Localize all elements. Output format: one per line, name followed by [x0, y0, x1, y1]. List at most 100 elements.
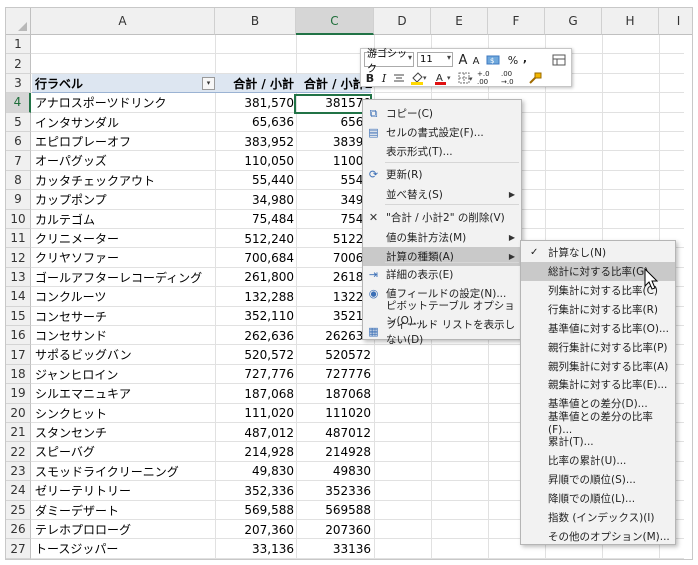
align-center-icon[interactable] [393, 70, 405, 86]
row-label-cell[interactable]: インタサンダル [35, 113, 215, 132]
row-header-6[interactable]: 6 [6, 132, 31, 152]
row-label-cell[interactable]: スモッドライクリーニング [35, 462, 215, 481]
subtotal2-cell[interactable]: 207360 [297, 520, 371, 539]
subtotal2-cell[interactable]: 7548 [297, 210, 371, 229]
row-header-4[interactable]: 4 [6, 93, 31, 113]
row-label-cell[interactable]: コンセサンド [35, 326, 215, 345]
accounting-format-icon[interactable]: $ [485, 52, 503, 68]
row-header-25[interactable]: 25 [6, 500, 31, 520]
row-label-cell[interactable]: ゴールアフターレコーディング [35, 268, 215, 287]
row-label-cell[interactable]: スタンセンチ [35, 423, 215, 442]
row-header-9[interactable]: 9 [6, 190, 31, 210]
subtotal2-cell[interactable]: 6563 [297, 113, 371, 132]
subtotal2-cell[interactable]: 352336 [297, 481, 371, 500]
subtotal2-cell[interactable]: 33136 [297, 539, 371, 558]
format-painter-icon[interactable] [551, 52, 567, 68]
subtotal2-cell[interactable]: 51224 [297, 229, 371, 248]
font-name-box[interactable]: 游ゴシック ▾ [364, 49, 414, 75]
subtotal-cell[interactable]: 33,136 [218, 539, 294, 558]
calc-type-item[interactable]: 親行集計に対する比率(P) [521, 338, 675, 357]
calc-type-item[interactable]: ✓ 計算なし(N) [521, 243, 675, 262]
row-label-cell[interactable]: ゼリーテリトリー [35, 481, 215, 500]
calc-type-item[interactable]: 比率の累計(U)... [521, 451, 675, 470]
subtotal2-cell[interactable]: 35211 [297, 307, 371, 326]
row-label-cell[interactable]: コンセサーチ [35, 307, 215, 326]
copy-menu-item[interactable]: ⧉ コピー(C) [363, 104, 521, 123]
row-label-cell[interactable]: クリヤソファー [35, 248, 215, 267]
row-header-16[interactable]: 16 [6, 326, 31, 346]
refresh-menu-item[interactable]: ⟳ 更新(R) [363, 165, 521, 184]
subtotal2-cell[interactable]: 111020 [297, 404, 371, 423]
subtotal2-cell[interactable]: 70068 [297, 248, 371, 267]
subtotal-cell[interactable]: 75,484 [218, 210, 294, 229]
subtotal-cell[interactable]: 214,928 [218, 442, 294, 461]
borders-icon[interactable]: ▾ [457, 70, 475, 86]
subtotal-cell[interactable]: 352,110 [218, 307, 294, 326]
remove-field-menu-item[interactable]: ✕ "合計 / 小計2" の削除(V) [363, 208, 521, 227]
calc-type-item[interactable]: 行集計に対する比率(R) [521, 300, 675, 319]
row-label-cell[interactable]: エピロプレーオフ [35, 132, 215, 151]
subtotal-cell[interactable]: 132,288 [218, 287, 294, 306]
subtotal-cell[interactable]: 49,830 [218, 462, 294, 481]
subtotal-cell[interactable]: 383,952 [218, 132, 294, 151]
row-label-cell[interactable]: アナロスポーツドリンク [35, 93, 215, 112]
bold-button[interactable]: B [365, 70, 375, 86]
subtotal2-cell[interactable]: 11005 [297, 151, 371, 170]
subtotal2-cell[interactable]: 727776 [297, 365, 371, 384]
row-header-15[interactable]: 15 [6, 306, 31, 326]
column-header-c[interactable]: C [296, 8, 374, 35]
sort-menu-item[interactable]: 並べ替え(S) ▶ [363, 185, 521, 204]
row-header-2[interactable]: 2 [6, 54, 31, 74]
decrease-decimal-button[interactable]: .00 →.0 [501, 70, 523, 86]
row-label-cell[interactable]: テレホプロローグ [35, 520, 215, 539]
subtotal2-cell[interactable]: 520572 [297, 345, 371, 364]
row-label-cell[interactable]: オーパグッズ [35, 151, 215, 170]
row-header-18[interactable]: 18 [6, 364, 31, 385]
row-header-1[interactable]: 1 [6, 35, 31, 55]
subtotal-cell[interactable]: 727,776 [218, 365, 294, 384]
subtotal2-cell[interactable]: 214928 [297, 442, 371, 461]
row-label-cell[interactable]: クリニメーター [35, 229, 215, 248]
calc-type-item[interactable]: 親集計に対する比率(E)... [521, 375, 675, 394]
calc-type-item[interactable]: 累計(T)... [521, 432, 675, 451]
subtotal2-cell[interactable]: 5544 [297, 171, 371, 190]
sum-subtotal-header[interactable]: 合計 / 小計 [218, 74, 294, 93]
row-label-cell[interactable]: シンクヒット [35, 404, 215, 423]
row-header-24[interactable]: 24 [6, 481, 31, 501]
column-header-e[interactable]: E [431, 8, 488, 35]
subtotal2-cell[interactable]: 3498 [297, 190, 371, 209]
active-cell-c4[interactable] [294, 94, 372, 114]
subtotal2-cell[interactable]: 187068 [297, 384, 371, 403]
subtotal-cell[interactable]: 381,570 [218, 93, 294, 112]
row-header-27[interactable]: 27 [6, 539, 31, 559]
show-values-as-menu-item[interactable]: 計算の種類(A) ▶ [363, 247, 521, 266]
subtotal-cell[interactable]: 187,068 [218, 384, 294, 403]
shrink-font-button[interactable]: A [471, 53, 481, 69]
row-header-10[interactable]: 10 [6, 209, 31, 229]
subtotal-cell[interactable]: 55,440 [218, 171, 294, 190]
subtotal2-cell[interactable]: 49830 [297, 462, 371, 481]
subtotal-cell[interactable]: 569,588 [218, 501, 294, 520]
subtotal2-cell[interactable]: 262636 [297, 326, 371, 345]
subtotal2-cell[interactable]: 26180 [297, 268, 371, 287]
row-header-13[interactable]: 13 [6, 267, 31, 288]
calc-type-item[interactable]: 昇順での順位(S)... [521, 470, 675, 489]
row-label-cell[interactable]: カップポンプ [35, 190, 215, 209]
hide-field-list-menu-item[interactable]: ▦ フィールド リストを表示しない(D) [363, 319, 521, 346]
subtotal-cell[interactable]: 700,684 [218, 248, 294, 267]
row-label-cell[interactable]: シルエマニュキア [35, 384, 215, 403]
calc-type-item[interactable]: 基準値との差分の比率(F)... [521, 411, 675, 436]
show-details-menu-item[interactable]: ⇥ 詳細の表示(E) [363, 265, 521, 284]
row-labels-header[interactable]: 行ラベル [35, 74, 83, 93]
row-header-20[interactable]: 20 [6, 403, 31, 423]
row-label-cell[interactable]: ジャンヒロイン [35, 365, 215, 384]
row-label-cell[interactable]: トースジッパー [35, 539, 215, 558]
column-header-b[interactable]: B [215, 8, 296, 35]
row-header-14[interactable]: 14 [6, 287, 31, 307]
row-header-3[interactable]: 3 [6, 73, 31, 94]
calc-type-item[interactable]: 親列集計に対する比率(A) [521, 356, 675, 375]
calc-type-item[interactable]: その他のオプション(M)... [521, 527, 675, 546]
row-label-cell[interactable]: サポるビッグバン [35, 345, 215, 364]
fill-color-icon[interactable]: ▾ [409, 70, 429, 86]
row-header-26[interactable]: 26 [6, 520, 31, 540]
